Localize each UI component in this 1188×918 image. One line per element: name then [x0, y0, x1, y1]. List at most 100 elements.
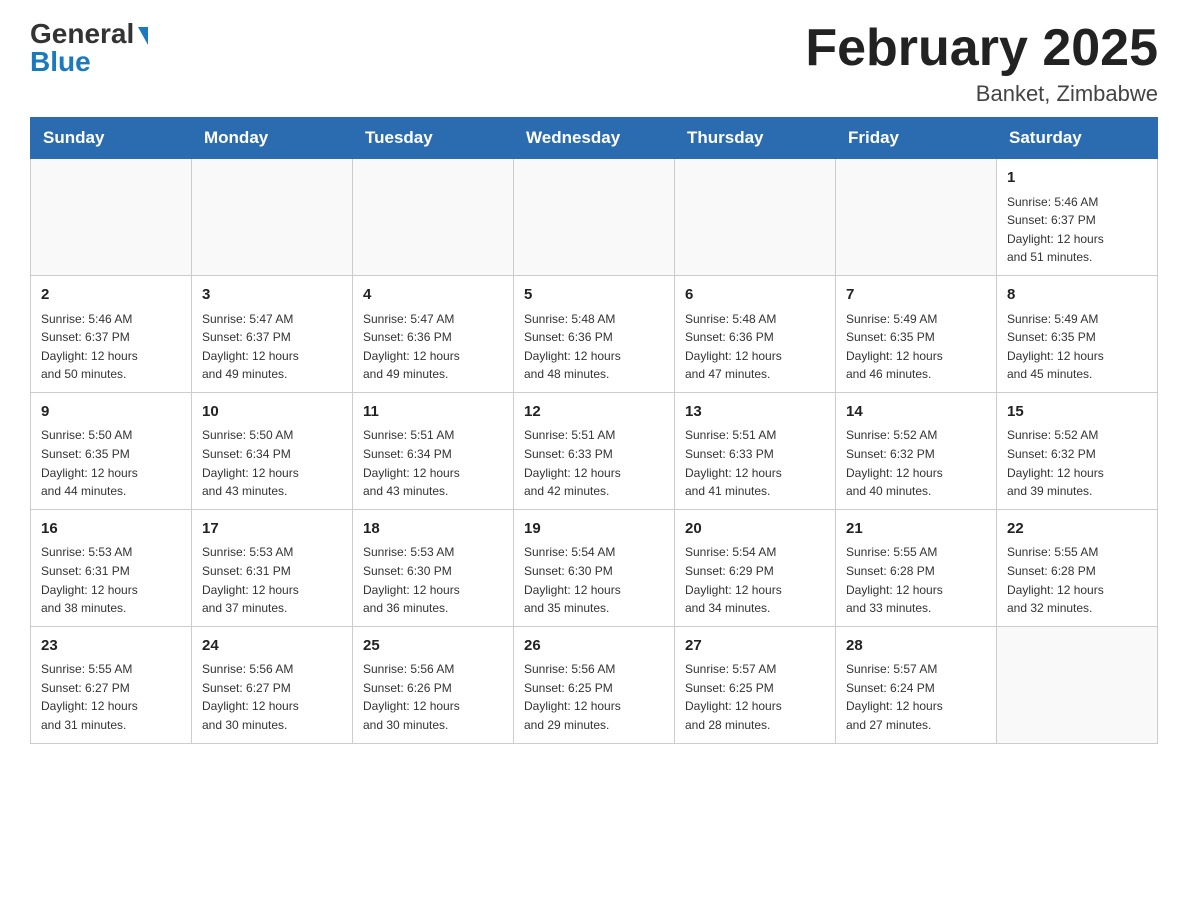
day-number: 9 [41, 401, 181, 424]
day-number: 8 [1007, 284, 1147, 307]
day-info: Sunrise: 5:52 AM Sunset: 6:32 PM Dayligh… [846, 426, 986, 500]
calendar-cell: 9Sunrise: 5:50 AM Sunset: 6:35 PM Daylig… [31, 392, 192, 509]
calendar-cell: 21Sunrise: 5:55 AM Sunset: 6:28 PM Dayli… [836, 509, 997, 626]
logo-blue: Blue [30, 48, 91, 76]
day-number: 27 [685, 635, 825, 658]
calendar-cell [997, 626, 1158, 743]
calendar-header-row: SundayMondayTuesdayWednesdayThursdayFrid… [31, 118, 1158, 159]
day-number: 25 [363, 635, 503, 658]
day-info: Sunrise: 5:52 AM Sunset: 6:32 PM Dayligh… [1007, 426, 1147, 500]
calendar-cell [836, 159, 997, 276]
day-number: 1 [1007, 167, 1147, 190]
day-number: 22 [1007, 518, 1147, 541]
calendar-week-3: 16Sunrise: 5:53 AM Sunset: 6:31 PM Dayli… [31, 509, 1158, 626]
calendar-cell [675, 159, 836, 276]
calendar-title: February 2025 [805, 20, 1158, 77]
day-info: Sunrise: 5:50 AM Sunset: 6:34 PM Dayligh… [202, 426, 342, 500]
calendar-cell: 27Sunrise: 5:57 AM Sunset: 6:25 PM Dayli… [675, 626, 836, 743]
day-number: 11 [363, 401, 503, 424]
day-info: Sunrise: 5:46 AM Sunset: 6:37 PM Dayligh… [1007, 193, 1147, 267]
day-number: 23 [41, 635, 181, 658]
day-header-sunday: Sunday [31, 118, 192, 159]
day-info: Sunrise: 5:57 AM Sunset: 6:24 PM Dayligh… [846, 660, 986, 734]
calendar-table: SundayMondayTuesdayWednesdayThursdayFrid… [30, 117, 1158, 743]
calendar-week-4: 23Sunrise: 5:55 AM Sunset: 6:27 PM Dayli… [31, 626, 1158, 743]
calendar-cell: 2Sunrise: 5:46 AM Sunset: 6:37 PM Daylig… [31, 276, 192, 393]
day-number: 17 [202, 518, 342, 541]
day-info: Sunrise: 5:56 AM Sunset: 6:26 PM Dayligh… [363, 660, 503, 734]
day-header-friday: Friday [836, 118, 997, 159]
calendar-cell [192, 159, 353, 276]
calendar-cell: 7Sunrise: 5:49 AM Sunset: 6:35 PM Daylig… [836, 276, 997, 393]
calendar-cell: 23Sunrise: 5:55 AM Sunset: 6:27 PM Dayli… [31, 626, 192, 743]
day-header-thursday: Thursday [675, 118, 836, 159]
calendar-week-2: 9Sunrise: 5:50 AM Sunset: 6:35 PM Daylig… [31, 392, 1158, 509]
day-number: 10 [202, 401, 342, 424]
calendar-cell: 5Sunrise: 5:48 AM Sunset: 6:36 PM Daylig… [514, 276, 675, 393]
day-info: Sunrise: 5:54 AM Sunset: 6:30 PM Dayligh… [524, 543, 664, 617]
calendar-subtitle: Banket, Zimbabwe [805, 81, 1158, 107]
calendar-cell: 20Sunrise: 5:54 AM Sunset: 6:29 PM Dayli… [675, 509, 836, 626]
day-info: Sunrise: 5:48 AM Sunset: 6:36 PM Dayligh… [685, 310, 825, 384]
day-info: Sunrise: 5:53 AM Sunset: 6:30 PM Dayligh… [363, 543, 503, 617]
day-info: Sunrise: 5:56 AM Sunset: 6:27 PM Dayligh… [202, 660, 342, 734]
day-info: Sunrise: 5:50 AM Sunset: 6:35 PM Dayligh… [41, 426, 181, 500]
day-header-wednesday: Wednesday [514, 118, 675, 159]
day-number: 21 [846, 518, 986, 541]
day-info: Sunrise: 5:51 AM Sunset: 6:34 PM Dayligh… [363, 426, 503, 500]
calendar-cell: 18Sunrise: 5:53 AM Sunset: 6:30 PM Dayli… [353, 509, 514, 626]
calendar-cell [353, 159, 514, 276]
calendar-cell: 22Sunrise: 5:55 AM Sunset: 6:28 PM Dayli… [997, 509, 1158, 626]
day-number: 13 [685, 401, 825, 424]
day-info: Sunrise: 5:57 AM Sunset: 6:25 PM Dayligh… [685, 660, 825, 734]
calendar-cell: 10Sunrise: 5:50 AM Sunset: 6:34 PM Dayli… [192, 392, 353, 509]
calendar-cell: 1 Sunrise: 5:46 AM Sunset: 6:37 PM Daylig… [997, 159, 1158, 276]
calendar-cell: 11Sunrise: 5:51 AM Sunset: 6:34 PM Dayli… [353, 392, 514, 509]
day-info: Sunrise: 5:51 AM Sunset: 6:33 PM Dayligh… [524, 426, 664, 500]
title-area: February 2025 Banket, Zimbabwe [805, 20, 1158, 107]
day-header-monday: Monday [192, 118, 353, 159]
day-header-saturday: Saturday [997, 118, 1158, 159]
calendar-cell: 28Sunrise: 5:57 AM Sunset: 6:24 PM Dayli… [836, 626, 997, 743]
calendar-cell: 25Sunrise: 5:56 AM Sunset: 6:26 PM Dayli… [353, 626, 514, 743]
day-number: 7 [846, 284, 986, 307]
calendar-cell: 8 Sunrise: 5:49 AM Sunset: 6:35 PM Daylig… [997, 276, 1158, 393]
day-number: 14 [846, 401, 986, 424]
day-info: Sunrise: 5:55 AM Sunset: 6:28 PM Dayligh… [1007, 543, 1147, 617]
day-number: 16 [41, 518, 181, 541]
calendar-cell [31, 159, 192, 276]
calendar-cell: 24Sunrise: 5:56 AM Sunset: 6:27 PM Dayli… [192, 626, 353, 743]
day-number: 4 [363, 284, 503, 307]
day-number: 20 [685, 518, 825, 541]
calendar-cell: 15Sunrise: 5:52 AM Sunset: 6:32 PM Dayli… [997, 392, 1158, 509]
calendar-cell: 13Sunrise: 5:51 AM Sunset: 6:33 PM Dayli… [675, 392, 836, 509]
day-number: 18 [363, 518, 503, 541]
calendar-cell: 14Sunrise: 5:52 AM Sunset: 6:32 PM Dayli… [836, 392, 997, 509]
day-info: Sunrise: 5:46 AM Sunset: 6:37 PM Dayligh… [41, 310, 181, 384]
calendar-cell: 12Sunrise: 5:51 AM Sunset: 6:33 PM Dayli… [514, 392, 675, 509]
day-number: 3 [202, 284, 342, 307]
day-number: 28 [846, 635, 986, 658]
day-info: Sunrise: 5:53 AM Sunset: 6:31 PM Dayligh… [202, 543, 342, 617]
day-number: 26 [524, 635, 664, 658]
calendar-week-1: 2Sunrise: 5:46 AM Sunset: 6:37 PM Daylig… [31, 276, 1158, 393]
calendar-cell: 6Sunrise: 5:48 AM Sunset: 6:36 PM Daylig… [675, 276, 836, 393]
day-info: Sunrise: 5:54 AM Sunset: 6:29 PM Dayligh… [685, 543, 825, 617]
day-info: Sunrise: 5:47 AM Sunset: 6:36 PM Dayligh… [363, 310, 503, 384]
calendar-cell: 16Sunrise: 5:53 AM Sunset: 6:31 PM Dayli… [31, 509, 192, 626]
header: General Blue February 2025 Banket, Zimba… [30, 20, 1158, 107]
logo-triangle-icon [138, 27, 148, 45]
calendar-cell: 17Sunrise: 5:53 AM Sunset: 6:31 PM Dayli… [192, 509, 353, 626]
calendar-cell: 4 Sunrise: 5:47 AM Sunset: 6:36 PM Daylig… [353, 276, 514, 393]
day-info: Sunrise: 5:49 AM Sunset: 6:35 PM Dayligh… [1007, 310, 1147, 384]
day-number: 5 [524, 284, 664, 307]
calendar-week-0: 1 Sunrise: 5:46 AM Sunset: 6:37 PM Daylig… [31, 159, 1158, 276]
day-number: 12 [524, 401, 664, 424]
calendar-cell: 3Sunrise: 5:47 AM Sunset: 6:37 PM Daylig… [192, 276, 353, 393]
day-info: Sunrise: 5:56 AM Sunset: 6:25 PM Dayligh… [524, 660, 664, 734]
day-info: Sunrise: 5:53 AM Sunset: 6:31 PM Dayligh… [41, 543, 181, 617]
calendar-cell [514, 159, 675, 276]
calendar-cell: 19Sunrise: 5:54 AM Sunset: 6:30 PM Dayli… [514, 509, 675, 626]
day-number: 15 [1007, 401, 1147, 424]
logo-general: General [30, 20, 148, 48]
